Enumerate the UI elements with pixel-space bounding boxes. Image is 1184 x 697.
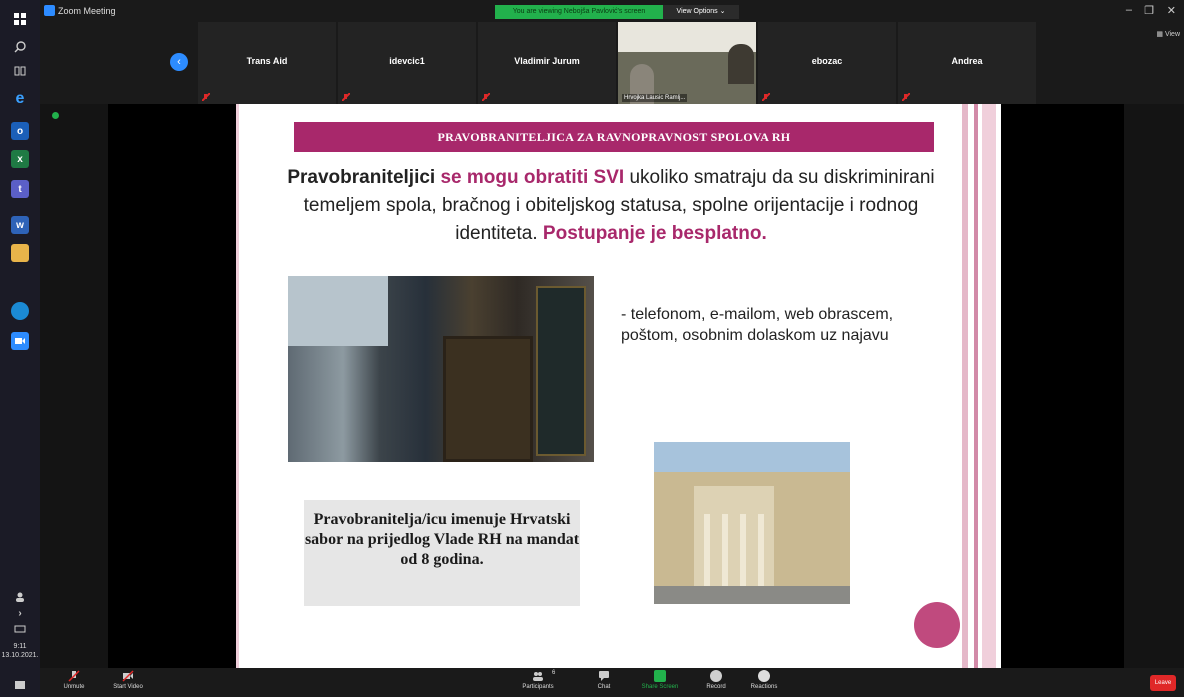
photo-street — [654, 586, 850, 604]
view-button[interactable]: ▦ View — [1156, 30, 1180, 38]
file-explorer-icon[interactable] — [11, 244, 29, 262]
contact-methods-text: - telefonom, e-mailom, web obrascem, poš… — [621, 306, 894, 344]
chat-icon — [598, 670, 610, 682]
muted-mic-icon — [762, 93, 770, 101]
participants-label: Participants — [522, 684, 554, 690]
participant-tile[interactable]: Andrea — [898, 22, 1036, 104]
chat-button[interactable]: Chat — [574, 670, 634, 690]
share-status-dot-icon — [52, 112, 59, 119]
parliament-building-photo — [654, 442, 850, 604]
reactions-button[interactable]: Reactions — [734, 670, 794, 690]
excel-icon[interactable]: x — [11, 150, 29, 168]
muted-mic-icon — [68, 670, 80, 682]
word-icon[interactable]: w — [11, 216, 29, 234]
clock-date: 13.10.2021. — [1, 652, 39, 659]
participant-name: Trans Aid — [246, 56, 288, 66]
view-options-button[interactable]: View Options ⌄ — [663, 5, 739, 19]
clock-time: 9:11 — [13, 643, 27, 650]
window-title: Zoom Meeting — [58, 6, 116, 16]
muted-mic-icon — [482, 93, 490, 101]
slide-main-text: Pravobraniteljici se mogu obratiti SVI u… — [266, 164, 956, 248]
unmute-button[interactable]: Unmute — [44, 670, 104, 690]
slide-border-stripe — [974, 104, 978, 668]
previous-page-button[interactable]: ‹ — [170, 53, 188, 71]
start-video-button[interactable]: Start Video — [98, 670, 158, 690]
participants-count: 6 — [552, 670, 556, 676]
zoom-title-bar: Zoom Meeting You are viewing Nebojša Pav… — [40, 0, 1184, 22]
participant-name: idevcic1 — [389, 56, 425, 66]
appointment-info-box: Pravobranitelja/icu imenuje Hrvatski sab… — [304, 500, 580, 606]
record-icon — [710, 670, 722, 682]
edge-legacy-icon[interactable]: e — [11, 90, 29, 108]
photo-building — [654, 472, 850, 604]
muted-mic-icon — [342, 93, 350, 101]
photo-column — [758, 514, 764, 588]
share-screen-label: Share Screen — [641, 684, 679, 690]
view-button-label: View — [1164, 31, 1180, 38]
main-text-bold: Pravobraniteljici — [287, 167, 436, 188]
presentation-slide: PRAVOBRANITELJICA ZA RAVNOPRAVNOST SPOLO… — [236, 104, 1001, 668]
participant-name: Andrea — [951, 56, 983, 66]
main-text-highlight: se mogu obratiti SVI — [435, 167, 625, 188]
minimize-icon[interactable]: – — [1126, 4, 1132, 16]
muted-mic-icon — [902, 93, 910, 101]
close-icon[interactable]: ✕ — [1167, 4, 1176, 17]
participant-tile[interactable]: idevcic1 — [338, 22, 476, 104]
video-off-icon — [122, 670, 134, 682]
outlook-icon[interactable]: o — [11, 122, 29, 140]
windows-taskbar: e o x t w › 9:11 13.10.2021. — [0, 0, 40, 697]
leave-button[interactable]: Leave — [1150, 675, 1176, 691]
meeting-controls-toolbar: Unmute Start Video Participants 6 Chat S… — [40, 668, 1184, 697]
share-screen-button[interactable]: Share Screen — [630, 670, 690, 690]
screen: e o x t w › 9:11 13.10.2021. Zoom Meetin… — [0, 0, 1184, 697]
slide-border-stripe — [982, 104, 996, 668]
restore-icon[interactable]: ❐ — [1144, 4, 1154, 17]
participant-video-tile[interactable]: Hrvojka Lausic Ramlj... — [618, 22, 756, 104]
participant-strip: ‹ Trans Aid idevcic1 Vladimir Jurum Hrvo… — [40, 22, 1184, 104]
photo-door — [443, 336, 533, 462]
participants-icon — [532, 670, 544, 682]
participant-tile[interactable]: Vladimir Jurum — [478, 22, 616, 104]
start-video-label: Start Video — [113, 684, 143, 690]
slide-border-stripe — [236, 104, 239, 668]
participant-name: ebozac — [811, 56, 843, 66]
participant-tile[interactable]: Trans Aid — [198, 22, 336, 104]
share-screen-icon — [654, 670, 666, 682]
decorative-circle — [914, 602, 960, 648]
office-entrance-photo — [288, 276, 594, 462]
smiley-icon — [758, 670, 770, 682]
muted-mic-icon — [202, 93, 210, 101]
unmute-label: Unmute — [63, 684, 85, 690]
participant-name: Hrvojka Lausic Ramlj... — [622, 94, 688, 102]
slide-border-stripe — [962, 104, 968, 668]
photo-column — [722, 514, 728, 588]
chat-label: Chat — [597, 684, 611, 690]
video-person — [728, 44, 754, 84]
network-icon[interactable] — [11, 620, 29, 638]
notification-icon[interactable] — [11, 676, 29, 694]
zoom-app-icon[interactable] — [11, 332, 29, 350]
participants-button[interactable]: Participants — [508, 670, 568, 690]
task-view-icon[interactable] — [11, 62, 29, 80]
zoom-logo-icon — [44, 5, 55, 16]
edge-icon[interactable] — [11, 302, 29, 320]
photo-column — [704, 514, 710, 588]
participant-name: Vladimir Jurum — [514, 56, 580, 66]
photo-plaques — [536, 286, 586, 456]
windows-start-icon[interactable] — [11, 10, 29, 28]
photo-sky — [288, 276, 388, 346]
main-text-highlight-free: Postupanje je besplatno. — [537, 223, 767, 244]
reactions-label: Reactions — [750, 684, 778, 690]
photo-column — [740, 514, 746, 588]
record-label: Record — [706, 684, 726, 690]
search-icon[interactable] — [11, 38, 29, 56]
slide-header: PRAVOBRANITELJICA ZA RAVNOPRAVNOST SPOLO… — [294, 122, 934, 152]
viewing-screen-banner: You are viewing Nebojša Pavlović's scree… — [495, 5, 663, 19]
teams-icon[interactable]: t — [11, 180, 29, 198]
taskbar-clock[interactable]: 9:11 13.10.2021. — [0, 642, 40, 660]
participant-tile[interactable]: ebozac — [758, 22, 896, 104]
